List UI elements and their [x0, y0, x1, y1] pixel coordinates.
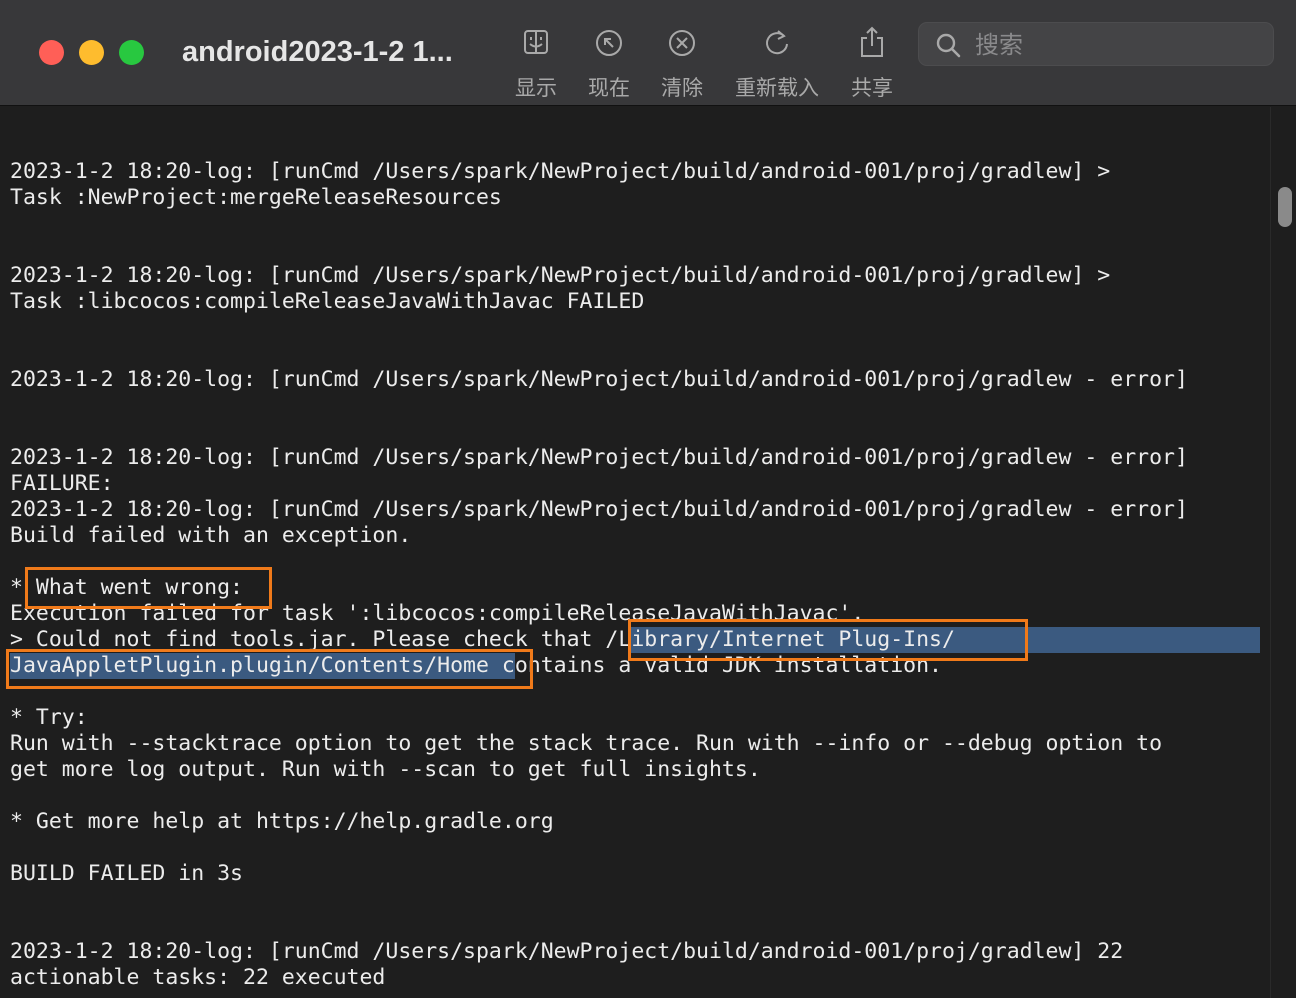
- clear-button[interactable]: 清除: [656, 24, 708, 104]
- reload-button[interactable]: 重新载入: [730, 24, 824, 104]
- window-title: android2023-1-2 1...: [182, 36, 453, 68]
- log-line: FAILURE:: [10, 471, 114, 496]
- search-input[interactable]: [973, 29, 1267, 61]
- title-bar: android2023-1-2 1... 显示 现在 清除 重新载入 共享 搜索: [0, 0, 1296, 106]
- show-button[interactable]: 显示: [510, 24, 562, 104]
- annotation-box-what-went-wrong: [25, 567, 272, 609]
- log-line: * Get more help at https://help.gradle.o…: [10, 809, 554, 834]
- share-button[interactable]: 共享: [846, 24, 898, 104]
- close-window-button[interactable]: [39, 40, 64, 65]
- clear-button-label: 清除: [661, 76, 703, 100]
- log-view[interactable]: 2023-1-2 18:20-log: [runCmd /Users/spark…: [0, 107, 1270, 998]
- log-line: 2023-1-2 18:20-log: [runCmd /Users/spark…: [10, 367, 1188, 392]
- log-line: Task :NewProject:mergeReleaseResources: [10, 185, 502, 210]
- log-line: Build failed with an exception.: [10, 523, 412, 548]
- minimize-window-button[interactable]: [79, 40, 104, 65]
- show-button-label: 显示: [515, 76, 557, 100]
- log-line: get more log output. Run with --scan to …: [10, 757, 761, 782]
- search-field[interactable]: [918, 22, 1274, 66]
- finder-window-icon: [524, 30, 548, 54]
- arrow-up-left-circle-icon: [596, 30, 622, 56]
- log-line: 2023-1-2 18:20-log: [runCmd /Users/spark…: [10, 939, 1124, 964]
- log-line: 2023-1-2 18:20-log: [runCmd /Users/spark…: [10, 445, 1188, 470]
- log-line: 2023-1-2 18:20-log: [runCmd /Users/spark…: [10, 263, 1111, 288]
- reload-button-label: 重新载入: [735, 76, 819, 100]
- log-line: actionable tasks: 22 executed: [10, 965, 386, 990]
- annotation-box-plugin-path: [6, 649, 533, 689]
- log-line: Task :libcocos:compileReleaseJavaWithJav…: [10, 289, 645, 314]
- log-line: * Try:: [10, 705, 88, 730]
- reload-icon: [766, 30, 788, 55]
- now-button-label: 现在: [588, 76, 630, 100]
- x-circle-icon: [669, 30, 695, 56]
- scrollbar-thumb[interactable]: [1278, 187, 1292, 227]
- log-line: Run with --stacktrace option to get the …: [10, 731, 1163, 756]
- now-button[interactable]: 现在: [583, 24, 635, 104]
- share-button-label: 共享: [851, 76, 893, 100]
- log-line: BUILD FAILED in 3s: [10, 861, 243, 886]
- vertical-scrollbar[interactable]: [1270, 107, 1296, 998]
- search-icon: [936, 33, 961, 58]
- log-line: 2023-1-2 18:20-log: [runCmd /Users/spark…: [10, 159, 1111, 184]
- annotation-box-library-path: [628, 619, 1028, 661]
- zoom-window-button[interactable]: [119, 40, 144, 65]
- share-icon: [861, 26, 883, 57]
- log-line: 2023-1-2 18:20-log: [runCmd /Users/spark…: [10, 497, 1188, 522]
